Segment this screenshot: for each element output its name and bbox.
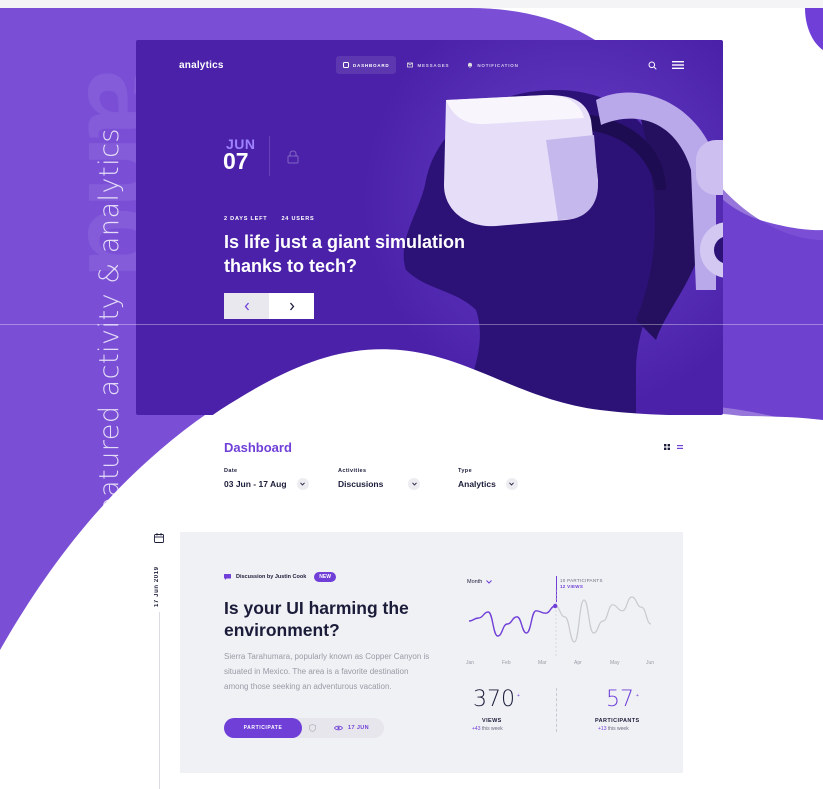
chevron-right-icon [289, 302, 294, 310]
grid-view-icon[interactable] [664, 444, 670, 450]
filter-date[interactable]: Date 03 Jun - 17 Aug [224, 468, 309, 490]
x-tick-label: Apr [574, 660, 582, 666]
participants-delta: +13 this week [598, 726, 629, 732]
filter-type[interactable]: Type Analytics [458, 468, 518, 490]
month-selector-label: Month [467, 579, 483, 585]
chevron-down-icon [486, 580, 493, 584]
nav-item-messages[interactable]: MESSAGES [400, 56, 456, 74]
event-meta: 2 DAYS LEFT 24 USERS [224, 216, 314, 222]
chevron-down-icon [411, 482, 417, 486]
x-tick-label: May [610, 660, 620, 666]
chevron-down-icon [300, 482, 305, 486]
views-delta-value: +43 [472, 726, 481, 732]
list-view-icon[interactable] [677, 444, 683, 450]
featured-hero: analytics DASHBOARD MESSAGES NOTIFICATIO… [136, 40, 723, 415]
views-value: 370 [473, 687, 515, 712]
filter-date-label: Date [224, 468, 238, 474]
bell-icon [468, 62, 473, 68]
previous-button[interactable] [224, 293, 269, 319]
participants-value: 57 [606, 687, 634, 712]
search-icon[interactable] [648, 61, 657, 70]
views-plus-icon: + [517, 693, 520, 699]
x-tick-label: Jan [466, 660, 475, 666]
discussion-author: Discussion by Justin Cook NEW [224, 572, 336, 582]
stats-divider [556, 688, 557, 732]
chevron-left-icon [244, 302, 249, 310]
event-day: 07 [223, 148, 249, 174]
views-label: VIEWS [482, 718, 502, 724]
activities-dropdown-toggle[interactable] [408, 478, 420, 490]
filter-activities-value: Discusions [338, 479, 384, 489]
views-line-chart [468, 590, 652, 658]
next-button[interactable] [269, 293, 314, 319]
hamburger-menu-icon[interactable] [672, 60, 684, 70]
x-tick-label: Mar [538, 660, 547, 666]
top-nav: DASHBOARD MESSAGES NOTIFICATION [336, 56, 526, 74]
timeline-line [159, 612, 160, 789]
discussion-card: Discussion by Justin Cook NEW Is your UI… [180, 532, 683, 773]
vr-headset-illustration [403, 90, 723, 415]
dashboard-title: Dashboard [224, 440, 292, 455]
participants-delta-text: this week [607, 726, 629, 732]
timeline-date: 17 Jun 2019 [154, 566, 160, 607]
participants-delta-value: +13 [598, 726, 607, 732]
participants-label: PARTICIPANTS [595, 718, 640, 724]
series-line-inactive [555, 596, 652, 643]
card-description: Sierra Tarahumara, popularly known as Co… [224, 652, 430, 691]
nav-label-notification: NOTIFICATION [477, 62, 519, 68]
participate-button[interactable]: PARTICIPATE [224, 718, 302, 738]
chevron-down-icon [509, 482, 515, 486]
date-divider [269, 136, 270, 176]
calendar-icon [154, 533, 164, 543]
shield-icon[interactable] [309, 724, 316, 732]
participants-plus-icon: + [636, 693, 639, 699]
x-tick-label: Jun [646, 660, 655, 666]
x-tick-label: Feb [502, 660, 511, 666]
app-logo[interactable]: analytics [179, 60, 224, 71]
top-strip [0, 0, 823, 8]
horizontal-guide-line [0, 324, 823, 325]
days-left: 2 DAYS LEFT [224, 216, 268, 222]
views-delta-text: this week [481, 726, 503, 732]
lock-icon [287, 150, 299, 164]
tooltip-participants: 10 PARTICIPANTS [560, 578, 603, 583]
views-pill: 17 JUN [292, 718, 384, 738]
series-line-active [468, 605, 556, 637]
discussion-author-text: Discussion by Justin Cook [236, 574, 307, 580]
filter-date-value: 03 Jun - 17 Aug [224, 479, 287, 489]
chat-icon [224, 574, 231, 580]
eye-icon [334, 725, 343, 731]
nav-item-dashboard[interactable]: DASHBOARD [336, 56, 397, 74]
tooltip-views: 12 VIEWS [560, 584, 584, 589]
featured-title: Is life just a giant simulation thanks t… [224, 232, 466, 276]
views-delta: +43 this week [472, 726, 503, 732]
filter-activities-label: Activities [338, 468, 367, 474]
new-badge: NEW [314, 572, 336, 582]
nav-label-dashboard: DASHBOARD [353, 62, 390, 68]
nav-label-messages: MESSAGES [417, 62, 450, 68]
date-dropdown-toggle[interactable] [296, 478, 309, 490]
filter-type-value: Analytics [458, 479, 496, 489]
type-dropdown-toggle[interactable] [505, 478, 518, 490]
filter-type-label: Type [458, 468, 473, 474]
dashboard-icon [343, 62, 349, 68]
views-date: 17 JUN [348, 725, 370, 731]
nav-item-notification[interactable]: NOTIFICATION [460, 56, 525, 74]
users-count: 24 USERS [281, 216, 315, 222]
filter-activities[interactable]: Activities Discusions [338, 468, 420, 490]
side-title: featured activity & analytics [94, 128, 125, 525]
month-selector[interactable]: Month [467, 579, 493, 585]
card-title[interactable]: Is your UI harming the environment? [224, 597, 454, 641]
highlight-point[interactable] [553, 603, 558, 609]
mail-icon [407, 62, 414, 68]
